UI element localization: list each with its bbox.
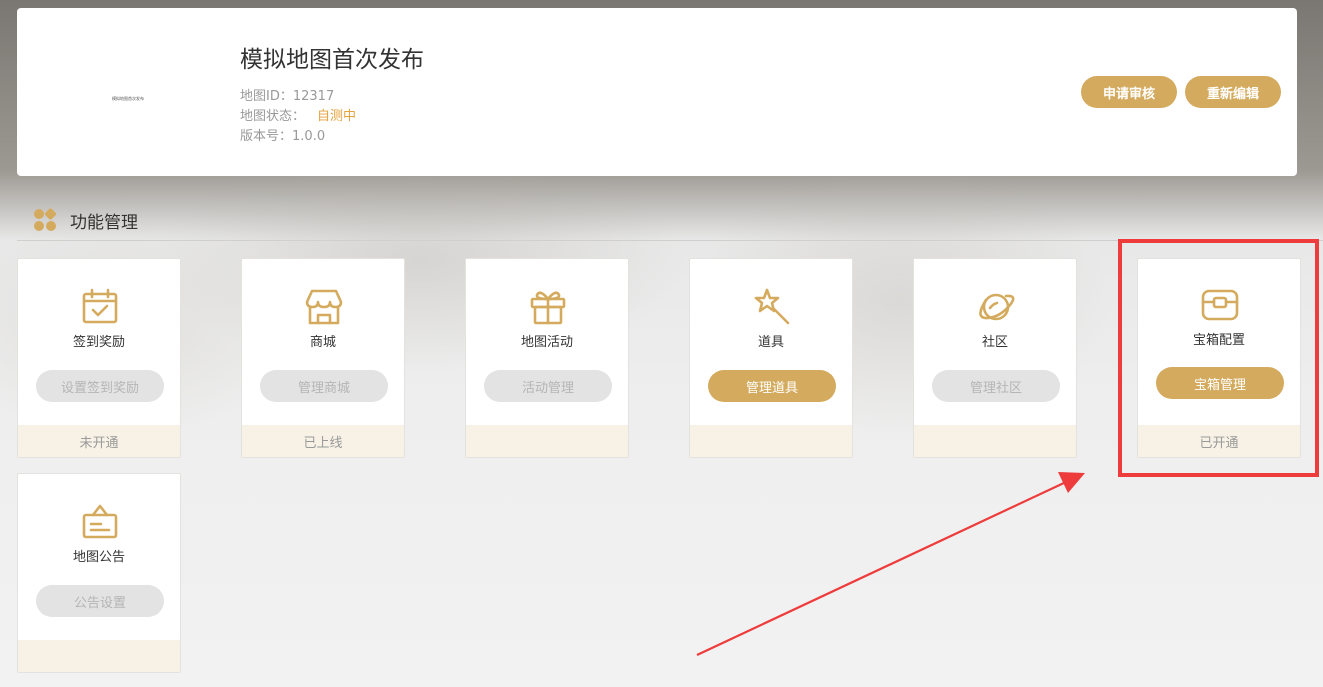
feature-name: 道具	[757, 335, 784, 350]
feature-card-checkin-reward: 签到奖励 设置签到奖励 未开通	[17, 258, 181, 458]
feature-name: 地图活动	[520, 335, 573, 350]
feature-status	[18, 640, 180, 672]
set-checkin-reward-button[interactable]: 设置签到奖励	[36, 370, 164, 402]
feature-name: 商城	[309, 335, 336, 350]
manage-items-button[interactable]: 管理道具	[708, 370, 836, 402]
magic-wand-icon	[754, 288, 790, 325]
map-version-label: 版本号：	[240, 129, 293, 144]
map-status: 地图状态： 自测中	[240, 105, 356, 124]
feature-card-map-notice: 地图公告 公告设置	[17, 473, 181, 673]
re-edit-button[interactable]: 重新编辑	[1185, 76, 1281, 108]
planet-icon	[979, 293, 1015, 321]
map-info-card: 模拟地图首次发布 模拟地图首次发布 地图ID：12317 地图状态： 自测中 版本…	[17, 8, 1297, 176]
feature-name: 地图公告	[72, 550, 125, 565]
map-id-value: 12317	[292, 89, 335, 104]
map-status-value: 自测中	[317, 109, 357, 124]
manage-store-button[interactable]: 管理商城	[260, 370, 388, 402]
manage-community-button[interactable]: 管理社区	[932, 370, 1060, 402]
manage-activity-button[interactable]: 活动管理	[484, 370, 612, 402]
feature-status	[690, 425, 852, 457]
feature-card-community: 社区 管理社区	[913, 258, 1077, 458]
map-thumbnail: 模拟地图首次发布	[112, 96, 144, 101]
feature-status: 已上线	[242, 425, 404, 457]
annotation-highlight-box	[1118, 239, 1319, 477]
section-title: 功能管理	[70, 212, 138, 233]
notice-settings-button[interactable]: 公告设置	[36, 585, 164, 617]
map-id-label: 地图ID：	[240, 89, 293, 104]
feature-name: 签到奖励	[72, 335, 125, 350]
map-title: 模拟地图首次发布	[240, 47, 424, 73]
gift-icon	[530, 291, 566, 325]
feature-status	[466, 425, 628, 457]
grid-dots-icon	[34, 208, 57, 231]
map-version: 版本号：1.0.0	[240, 125, 325, 144]
feature-status: 未开通	[18, 425, 180, 457]
notice-board-icon	[82, 504, 118, 539]
calendar-check-icon	[82, 288, 118, 324]
map-id: 地图ID：12317	[240, 85, 334, 104]
section-header: 功能管理	[33, 207, 138, 233]
map-version-value: 1.0.0	[292, 129, 326, 144]
store-icon	[305, 289, 343, 325]
map-status-label: 地图状态：	[240, 109, 306, 124]
feature-card-map-activity: 地图活动 活动管理	[465, 258, 629, 458]
feature-card-store: 商城 管理商城 已上线	[241, 258, 405, 458]
feature-card-items: 道具 管理道具	[689, 258, 853, 458]
feature-status	[914, 425, 1076, 457]
apply-review-button[interactable]: 申请审核	[1081, 76, 1177, 108]
feature-name: 社区	[981, 335, 1008, 350]
